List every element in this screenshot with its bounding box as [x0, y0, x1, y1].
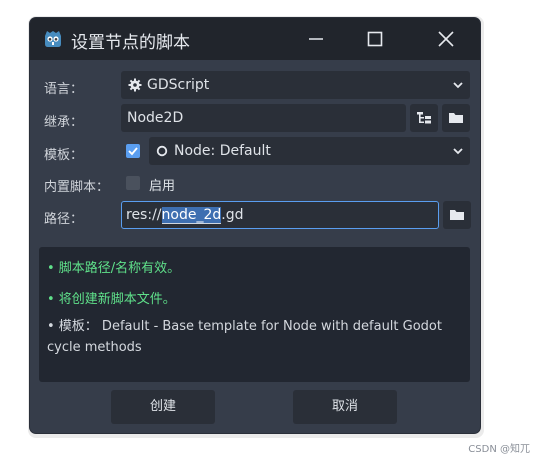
- path-label: 路径：: [44, 212, 84, 227]
- browse-inherit-file-button[interactable]: [442, 104, 470, 132]
- path-valid-message: • 脚本路径/名称有效。: [47, 261, 181, 276]
- watermark: CSDN @知兀: [468, 444, 530, 455]
- builtin-checkbox[interactable]: [126, 176, 140, 190]
- maximize-icon: [367, 31, 383, 47]
- inherits-input[interactable]: Node2D: [121, 104, 406, 132]
- template-select[interactable]: Node: Default: [149, 137, 470, 165]
- folder-icon: [450, 210, 464, 220]
- path-value: res://node_2d.gd: [126, 207, 244, 224]
- template-value: Node: Default: [174, 143, 271, 159]
- maximize-button[interactable]: [353, 18, 397, 60]
- check-icon: [128, 147, 138, 156]
- language-label: 语言：: [44, 82, 84, 97]
- close-button[interactable]: [424, 18, 468, 60]
- godot-icon: [45, 31, 61, 47]
- template-checkbox[interactable]: [126, 144, 140, 158]
- status-panel: • 脚本路径/名称有效。 • 将创建新脚本文件。 • 模板： Default -…: [39, 247, 470, 382]
- path-selection: node_2d: [161, 207, 222, 224]
- dialog-title: 设置节点的脚本: [71, 33, 190, 53]
- path-input[interactable]: res://node_2d.gd: [121, 201, 439, 229]
- language-value: GDScript: [147, 77, 210, 93]
- cancel-button[interactable]: 取消: [293, 390, 397, 424]
- path-suffix: .gd: [221, 207, 244, 223]
- browse-class-button[interactable]: [410, 104, 438, 132]
- template-label: 模板：: [44, 148, 84, 163]
- chevron-down-icon: [453, 148, 463, 155]
- chevron-down-icon: [453, 82, 463, 89]
- gear-icon: [128, 78, 142, 92]
- close-icon: [438, 31, 454, 47]
- language-select[interactable]: GDScript: [121, 71, 470, 99]
- minimize-icon: [309, 38, 323, 40]
- builtin-label: 内置脚本：: [44, 180, 110, 195]
- circle-outline-icon: [156, 145, 168, 157]
- create-button[interactable]: 创建: [111, 390, 215, 424]
- inherits-label: 继承：: [44, 115, 84, 130]
- builtin-enable-label: 启用: [149, 179, 176, 194]
- attach-script-dialog: 设置节点的脚本 语言： GDScript 继承： Node2D 模板： Node…: [30, 18, 480, 433]
- will-create-message: • 将创建新脚本文件。: [47, 292, 176, 307]
- template-info-message: • 模板： Default - Base template for Node w…: [47, 319, 442, 355]
- node-tree-icon: [417, 112, 431, 124]
- inherits-value: Node2D: [127, 110, 184, 126]
- folder-icon: [449, 113, 463, 123]
- path-prefix: res://: [126, 207, 162, 223]
- browse-path-button[interactable]: [443, 201, 471, 229]
- title-bar: 设置节点的脚本: [30, 18, 480, 60]
- minimize-button[interactable]: [294, 18, 338, 60]
